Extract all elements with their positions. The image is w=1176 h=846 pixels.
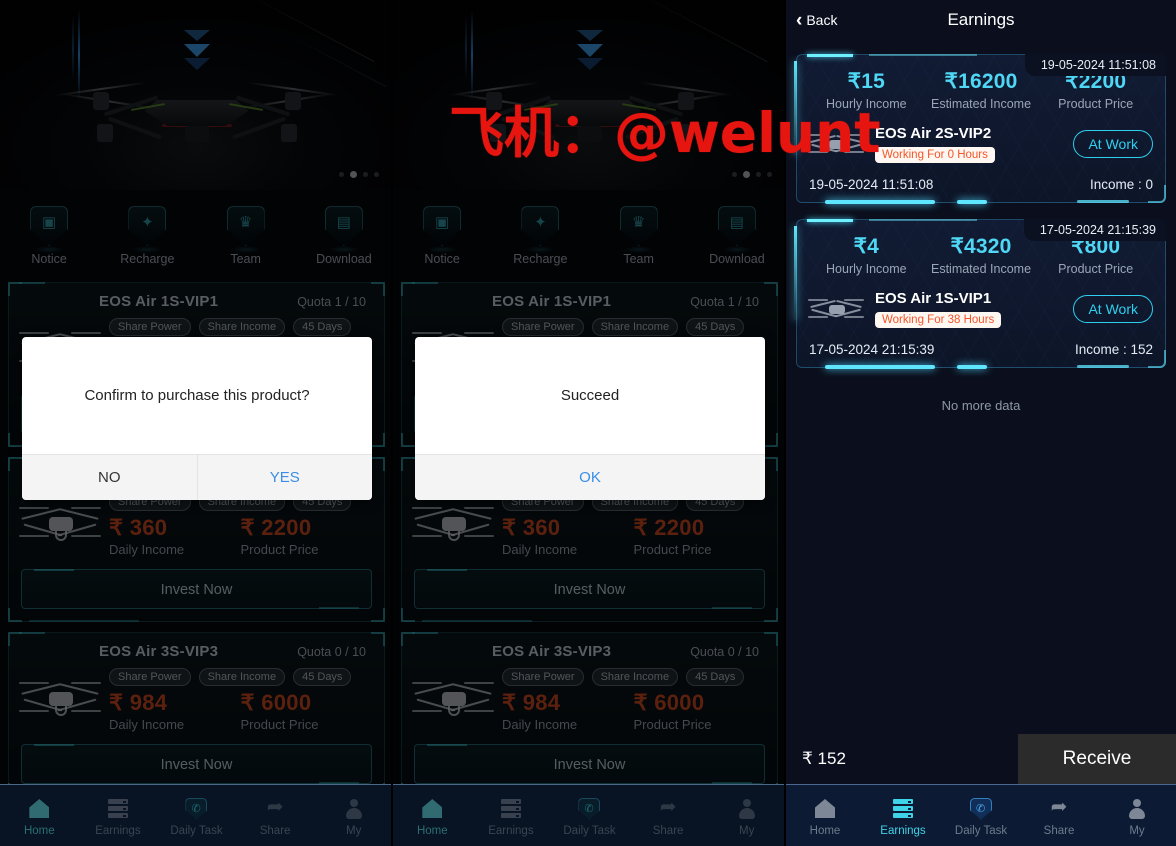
tab-label: Home xyxy=(23,824,55,837)
tab-label: Share xyxy=(259,824,291,837)
earnings-icon xyxy=(500,799,521,818)
estimated-income-label: Estimated Income xyxy=(930,262,1032,276)
dialog-message: Confirm to purchase this product? xyxy=(84,387,310,404)
chevron-left-icon: ‹ xyxy=(796,9,803,31)
bottom-tabbar: Home Earnings ✆ Daily Task ➦ Share My xyxy=(0,784,393,846)
hourly-income-value: ₹4 xyxy=(853,235,880,258)
tab-share[interactable]: ➦ Share xyxy=(629,795,708,837)
record-foot-income: Income : 152 xyxy=(1074,342,1153,357)
tab-earnings[interactable]: Earnings xyxy=(472,795,551,837)
screenshot-root: ▣ Notice ✦ Recharge ♛ Team xyxy=(0,0,1176,846)
hourly-income-label: Hourly Income xyxy=(826,262,907,276)
profile-icon xyxy=(345,798,363,819)
tab-label: Home xyxy=(416,824,448,837)
tab-label: Home xyxy=(809,824,841,837)
share-icon: ➦ xyxy=(1050,796,1068,818)
profile-icon xyxy=(1128,798,1146,819)
estimated-income-block: ₹16200 Estimated Income xyxy=(924,69,1039,111)
tab-label: Daily Task xyxy=(170,824,223,837)
status-badge[interactable]: At Work xyxy=(1073,295,1153,323)
tab-daily-task[interactable]: ✆ Daily Task xyxy=(942,795,1020,837)
receive-bar: ₹ 152 Receive xyxy=(786,734,1176,784)
estimated-income-label: Estimated Income xyxy=(930,97,1032,111)
tab-earnings[interactable]: Earnings xyxy=(79,795,158,837)
tab-label: Share xyxy=(1043,824,1075,837)
tab-label: Share xyxy=(652,824,684,837)
record-timestamp: 17-05-2024 21:15:39 xyxy=(1023,219,1166,241)
tab-label: Earnings xyxy=(95,824,141,837)
page-title: Earnings xyxy=(947,10,1015,29)
tab-home[interactable]: Home xyxy=(0,795,79,837)
tab-my[interactable]: My xyxy=(1098,795,1176,837)
daily-task-icon: ✆ xyxy=(970,797,992,820)
dialog-message: Succeed xyxy=(560,387,620,404)
tab-label: My xyxy=(1129,824,1145,837)
estimated-income-value: ₹4320 xyxy=(950,235,1012,258)
working-hours-badge: Working For 0 Hours xyxy=(875,147,995,163)
tab-share[interactable]: ➦ Share xyxy=(1020,795,1098,837)
share-icon: ➦ xyxy=(266,796,284,818)
estimated-income-value: ₹16200 xyxy=(944,70,1018,93)
no-more-data-label: No more data xyxy=(941,398,1021,413)
tab-home[interactable]: Home xyxy=(393,795,472,837)
bottom-tabbar: Home Earnings ✆ Daily Task ➦ Share My xyxy=(786,784,1176,846)
tab-label: My xyxy=(739,824,755,837)
tab-home[interactable]: Home xyxy=(786,795,864,837)
dialog-no-button[interactable]: NO xyxy=(22,455,197,500)
succeed-dialog: Succeed OK xyxy=(415,337,765,500)
record-timestamp: 19-05-2024 11:51:08 xyxy=(1024,54,1166,76)
confirm-purchase-dialog: Confirm to purchase this product? NO YES xyxy=(22,337,372,500)
tab-share[interactable]: ➦ Share xyxy=(236,795,315,837)
status-badge[interactable]: At Work xyxy=(1073,130,1153,158)
tab-label: Earnings xyxy=(488,824,534,837)
share-icon: ➦ xyxy=(659,796,677,818)
earnings-record-card[interactable]: 17-05-2024 21:15:39 ₹4 Hourly Income ₹43… xyxy=(794,219,1166,369)
earnings-header: ‹ Back Earnings xyxy=(786,0,1176,40)
dialog-ok-button[interactable]: OK xyxy=(415,455,765,500)
drone-thumbnail-icon xyxy=(808,292,864,326)
panel-home-confirm: ▣ Notice ✦ Recharge ♛ Team xyxy=(0,0,393,846)
working-hours-badge: Working For 38 Hours xyxy=(875,312,1002,328)
tab-label: Daily Task xyxy=(954,824,1008,837)
tab-earnings[interactable]: Earnings xyxy=(864,795,942,837)
earnings-icon xyxy=(107,799,128,818)
tab-label: My xyxy=(346,824,362,837)
receive-button[interactable]: Receive xyxy=(1018,734,1176,784)
watermark-text: 飞机：@welunt xyxy=(449,101,881,165)
profile-icon xyxy=(738,798,756,819)
receive-amount: ₹ 152 xyxy=(786,734,1018,784)
tab-daily-task[interactable]: ✆ Daily Task xyxy=(157,795,236,837)
daily-task-icon: ✆ xyxy=(185,797,208,820)
tab-label: Earnings xyxy=(880,824,926,837)
daily-task-icon: ✆ xyxy=(578,797,601,820)
record-foot-income: Income : 0 xyxy=(1089,177,1153,192)
dialog-yes-button[interactable]: YES xyxy=(196,455,373,500)
earnings-icon xyxy=(893,799,913,818)
record-product-name: EOS Air 1S-VIP1 xyxy=(875,290,992,307)
back-label: Back xyxy=(806,12,838,28)
record-foot-time: 17-05-2024 21:15:39 xyxy=(809,342,935,357)
record-foot-time: 19-05-2024 11:51:08 xyxy=(809,177,934,192)
home-icon xyxy=(422,799,443,818)
tab-label: Daily Task xyxy=(563,824,616,837)
home-icon xyxy=(815,799,835,818)
product-price-label: Product Price xyxy=(1058,97,1134,111)
record-product-name: EOS Air 2S-VIP2 xyxy=(875,125,992,142)
bottom-tabbar: Home Earnings ✆ Daily Task ➦ Share My xyxy=(393,784,786,846)
tab-my[interactable]: My xyxy=(314,795,393,837)
tab-my[interactable]: My xyxy=(707,795,786,837)
home-icon xyxy=(29,799,50,818)
estimated-income-block: ₹4320 Estimated Income xyxy=(924,234,1039,276)
product-price-label: Product Price xyxy=(1058,262,1134,276)
tab-daily-task[interactable]: ✆ Daily Task xyxy=(550,795,629,837)
hourly-income-block: ₹4 Hourly Income xyxy=(809,234,924,276)
back-button[interactable]: ‹ Back xyxy=(796,11,837,30)
